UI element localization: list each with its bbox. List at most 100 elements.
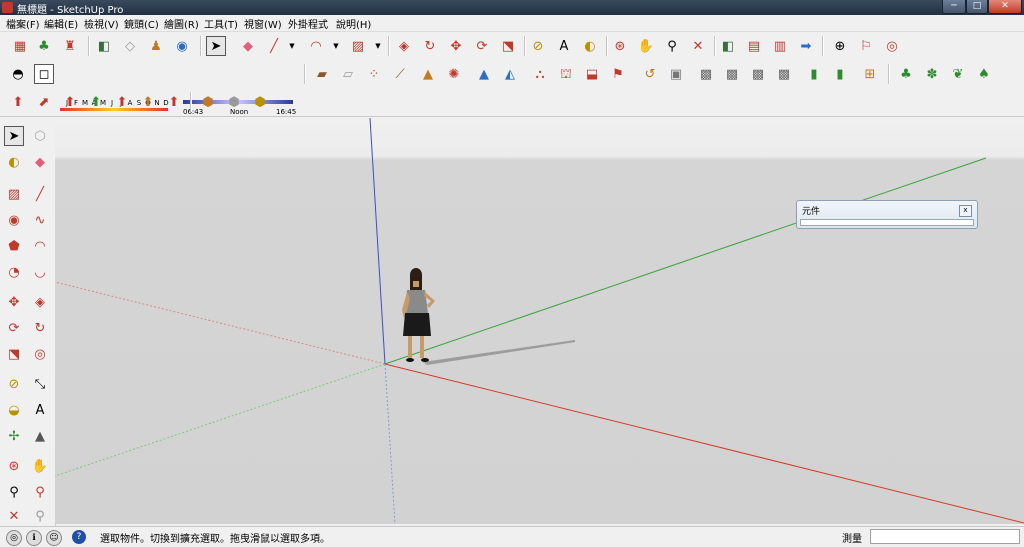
sandbox-from-contours-icon[interactable]: ▰ (312, 64, 332, 84)
smoove-icon[interactable]: ⁘ (364, 64, 384, 84)
pie-icon[interactable]: ◔ (4, 262, 24, 282)
3d-text-icon[interactable]: ▲ (30, 426, 50, 446)
dimension-icon[interactable]: ⤡ (30, 374, 50, 394)
rectangle-icon[interactable]: ▨ (4, 184, 24, 204)
wireframe-icon[interactable]: ▩ (722, 64, 742, 84)
measurements-input[interactable] (870, 529, 1020, 544)
shaded-with-textures-icon[interactable]: ▮ (804, 64, 824, 84)
photo-textures-icon[interactable]: ♟ (146, 36, 166, 56)
scale-icon[interactable]: ⬔ (4, 344, 24, 364)
select-tool-icon[interactable]: ➤ (4, 126, 24, 146)
preview-google-earth-icon[interactable]: ◉ (172, 36, 192, 56)
shadows-toggle-icon[interactable]: ◓ (8, 64, 28, 84)
help-icon[interactable]: ? (72, 530, 86, 544)
orbit-icon[interactable]: ⊛ (610, 36, 630, 56)
push-pull-icon[interactable]: ◈ (30, 292, 50, 312)
move-icon[interactable]: ✥ (446, 36, 466, 56)
arrow-v-icon[interactable]: ⬆ (86, 92, 106, 112)
pencil-line-icon[interactable]: ╱ (264, 36, 284, 56)
previous-view-icon[interactable]: ⚲ (30, 506, 50, 526)
zoom-extents-icon[interactable]: ✕ (688, 36, 708, 56)
maximize-button[interactable]: □ (966, 0, 988, 14)
arrow-f-icon[interactable]: ⬆ (164, 92, 184, 112)
scale-icon[interactable]: ⬔ (498, 36, 518, 56)
section-plane-icon[interactable]: ◭ (500, 64, 520, 84)
protractor-icon[interactable]: ◒ (4, 400, 24, 420)
menu-plugins[interactable]: 外掛程式 (288, 16, 328, 31)
rectangle-icon[interactable]: ▨ (348, 36, 368, 56)
flip-edge-icon[interactable]: ▲ (474, 64, 494, 84)
menu-camera[interactable]: 鏡頭(C) (124, 16, 159, 31)
arrow-x-icon[interactable]: ⬈ (34, 92, 54, 112)
zoom-icon[interactable]: ⚲ (662, 36, 682, 56)
close-button[interactable]: ✕ (988, 0, 1022, 14)
zoom-icon[interactable]: ⚲ (4, 482, 24, 502)
solid-outer-shell-icon[interactable]: ⛬ (530, 64, 550, 84)
axes-icon[interactable]: ✢ (4, 426, 24, 446)
components-panel[interactable]: 元件 x (796, 200, 978, 229)
menu-file[interactable]: 檔案(F) (6, 16, 40, 31)
arc-dropdown-icon[interactable]: ▼ (332, 42, 340, 50)
rotate-icon[interactable]: ⟳ (472, 36, 492, 56)
add-location-icon[interactable]: ◧ (94, 36, 114, 56)
push-pull-icon[interactable]: ◈ (394, 36, 414, 56)
component-icon[interactable]: ♜ (60, 36, 80, 56)
shrub-icon[interactable]: ❦ (948, 64, 968, 84)
menu-view[interactable]: 檢視(V) (84, 16, 119, 31)
rotate-icon[interactable]: ⟳ (4, 318, 24, 338)
make-component-icon[interactable]: ⬡ (30, 126, 50, 146)
dimension-icon[interactable]: ⊞ (860, 64, 880, 84)
paint-bucket-icon[interactable]: ◐ (4, 152, 24, 172)
share-model-icon[interactable]: ♣ (34, 36, 54, 56)
bush-icon[interactable]: ♠ (974, 64, 994, 84)
pan-icon[interactable]: ✋ (30, 456, 50, 476)
eraser-icon[interactable]: ◆ (30, 152, 50, 172)
offset-icon[interactable]: ◎ (30, 344, 50, 364)
arrow-n-icon[interactable]: ⬆ (112, 92, 132, 112)
menu-window[interactable]: 視窗(W) (244, 16, 282, 31)
extension-warehouse-icon[interactable]: ➡ (796, 36, 816, 56)
zoom-window-icon[interactable]: ⚲ (30, 482, 50, 502)
iso-view-icon[interactable]: ⬢ (198, 92, 218, 112)
drape-icon[interactable]: ▲ (418, 64, 438, 84)
look-around-icon[interactable]: ◎ (882, 36, 902, 56)
zoom-extents-icon[interactable]: ✕ (4, 506, 24, 526)
menu-edit[interactable]: 編輯(E) (44, 16, 78, 31)
line-icon[interactable]: ╱ (30, 184, 50, 204)
get-models-warehouse-icon[interactable]: ▤ (744, 36, 764, 56)
menu-tools[interactable]: 工具(T) (204, 16, 238, 31)
axes-tool-icon[interactable]: ⬆ (8, 92, 28, 112)
geo-location-icon[interactable]: ◎ (6, 530, 22, 546)
panel-close-icon[interactable]: x (959, 205, 972, 217)
tape-measure-icon[interactable]: ⊘ (528, 36, 548, 56)
top-view-icon[interactable]: ⬢ (224, 92, 244, 112)
follow-me-icon[interactable]: ↻ (420, 36, 440, 56)
arc-icon[interactable]: ◠ (306, 36, 326, 56)
user-account-icon[interactable]: ☺ (46, 530, 62, 546)
paint-bucket-icon[interactable]: ◐ (580, 36, 600, 56)
menu-help[interactable]: 說明(H) (336, 16, 371, 31)
eraser-icon[interactable]: ◆ (238, 36, 258, 56)
xray-icon[interactable]: ▩ (696, 64, 716, 84)
select-tool-icon[interactable]: ➤ (206, 36, 226, 56)
stamp-icon[interactable]: ⟋ (390, 64, 410, 84)
two-point-arc-icon[interactable]: ◡ (30, 262, 50, 282)
polygon-icon[interactable]: ⬟ (4, 236, 24, 256)
walk-icon[interactable]: ⚐ (856, 36, 876, 56)
text-label-icon[interactable]: A (554, 36, 574, 56)
tree-icon[interactable]: ♣ (896, 64, 916, 84)
arc-icon[interactable]: ◠ (30, 236, 50, 256)
hidden-line-icon[interactable]: ▩ (748, 64, 768, 84)
position-camera-icon[interactable]: ⊕ (830, 36, 850, 56)
toggle-terrain-icon[interactable]: ◇ (120, 36, 140, 56)
get-location-icon[interactable]: ◧ (718, 36, 738, 56)
move-icon[interactable]: ✥ (4, 292, 24, 312)
arrow-y-icon[interactable]: ⬆ (138, 92, 158, 112)
solid-union-icon[interactable]: ⬓ (582, 64, 602, 84)
solid-trim-icon[interactable]: ▣ (666, 64, 686, 84)
get-models-icon[interactable]: ▦ (10, 36, 30, 56)
text-label-icon[interactable]: A (30, 400, 50, 420)
circle-icon[interactable]: ◉ (4, 210, 24, 230)
arrow-r-icon[interactable]: ⬆ (60, 92, 80, 112)
solid-subtract-icon[interactable]: ⚑ (608, 64, 628, 84)
